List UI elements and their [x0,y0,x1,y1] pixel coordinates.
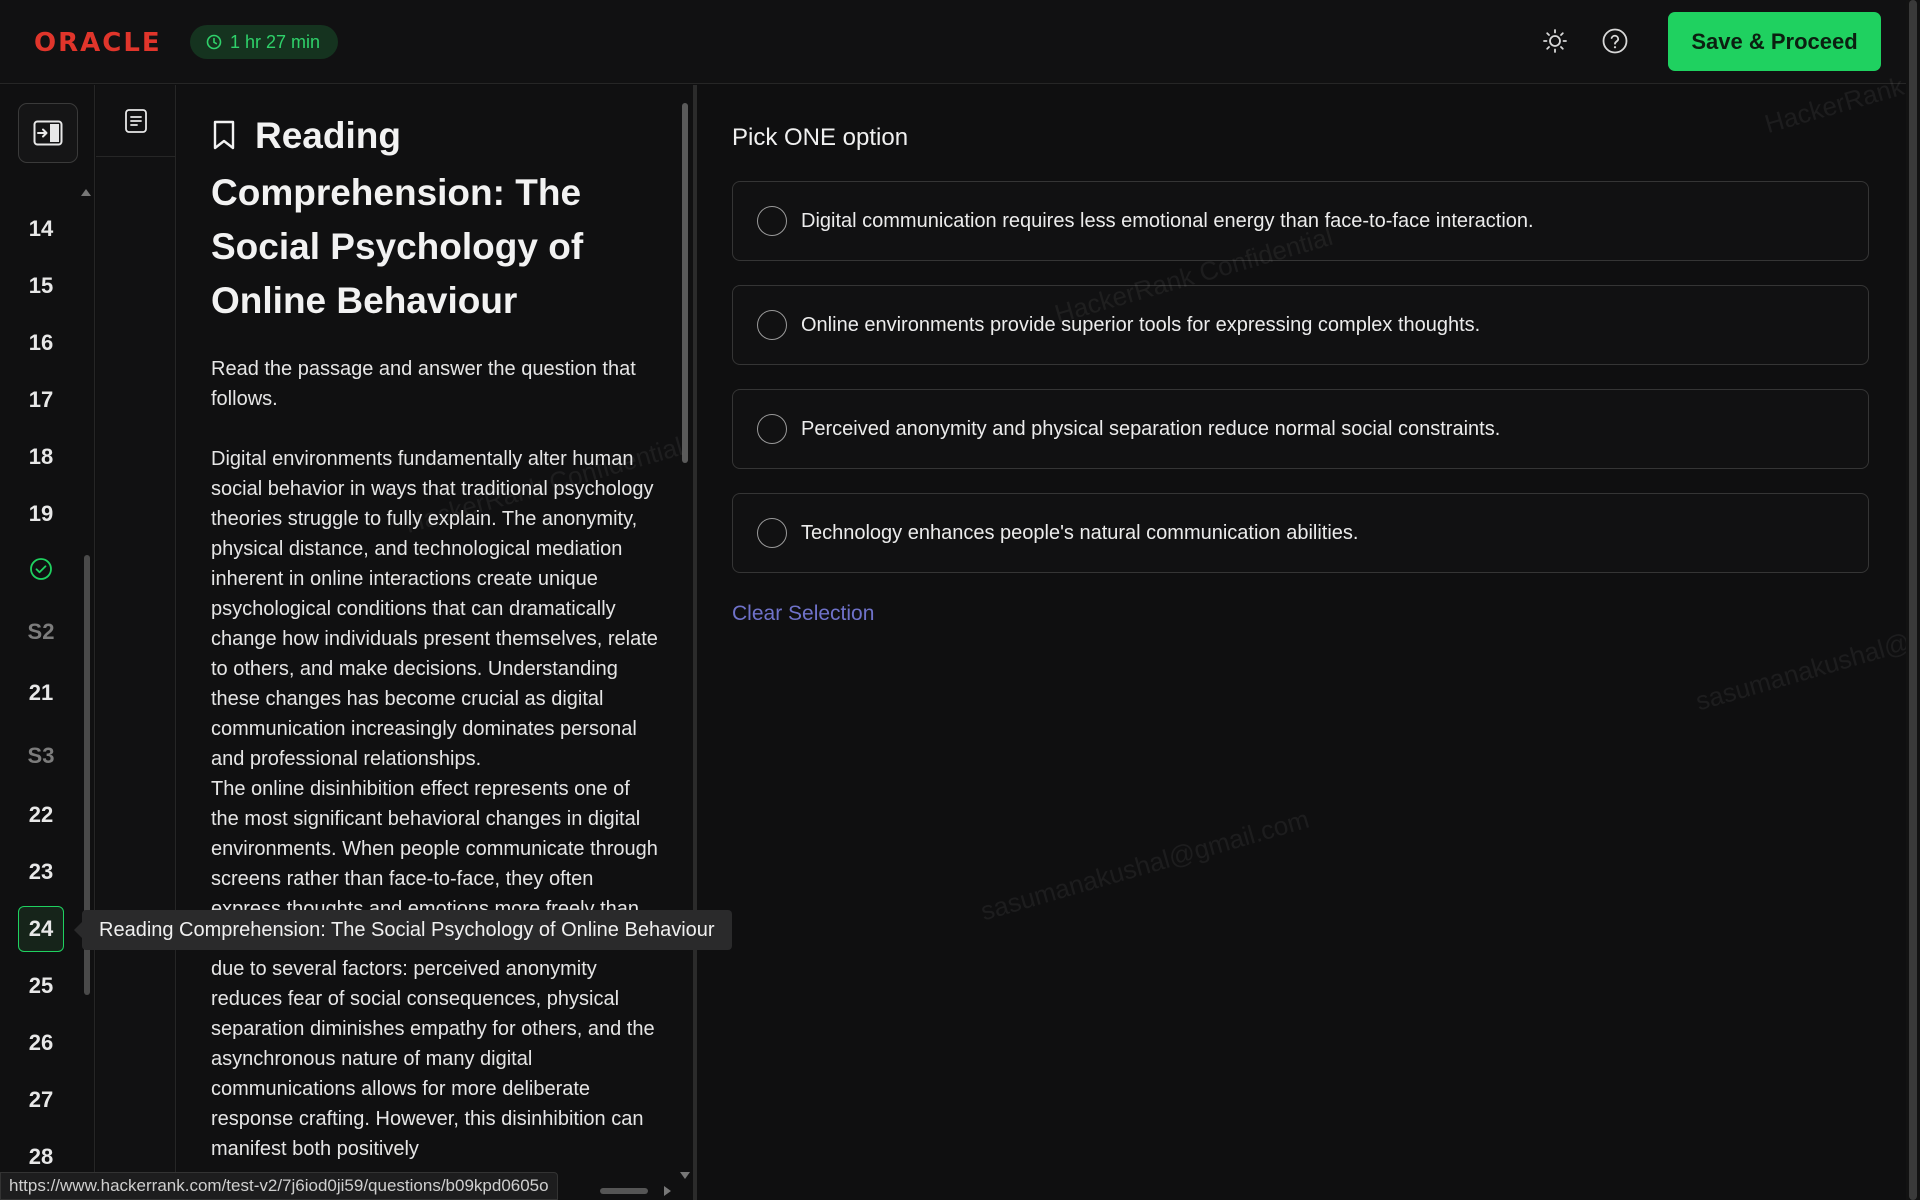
passage-panel: Reading Comprehension: The Social Psycho… [177,85,695,1200]
question-nav-item[interactable]: 19 [18,491,64,537]
passage-body: Digital environments fundamentally alter… [211,448,658,1160]
oracle-logo: ORACLE [34,28,162,58]
tooltip-arrow [74,922,82,938]
section-nav-item[interactable]: S3 [18,733,64,779]
scroll-right-arrow-icon[interactable] [664,1186,671,1196]
top-bar: ORACLE 1 hr 27 min Save & Proceed [0,0,1920,84]
question-nav-item-answered[interactable] [18,546,64,592]
radio-button[interactable] [757,414,787,444]
answer-option[interactable]: Digital communication requires less emot… [732,181,1869,261]
question-nav-item[interactable]: 18 [18,434,64,480]
save-and-proceed-button[interactable]: Save & Proceed [1668,12,1881,71]
question-nav-item[interactable]: 17 [18,377,64,423]
collapse-sidebar-button[interactable] [18,103,78,163]
timer-text: 1 hr 27 min [230,31,321,52]
document-tab-column [96,85,176,1200]
answer-panel: Pick ONE option Digital communication re… [697,85,1920,1200]
answer-option[interactable]: Perceived anonymity and physical separat… [732,389,1869,469]
passage-title-text: Reading Comprehension: The Social Psycho… [211,115,584,321]
passage-scrollbar[interactable] [682,103,688,463]
question-nav-item[interactable]: 27 [18,1077,64,1123]
radio-button[interactable] [757,518,787,548]
scroll-up-arrow-icon[interactable] [81,189,91,196]
question-navigator: 14 15 16 17 18 19 S2 21 S3 22 23 24 25 2… [0,85,95,1200]
help-button[interactable] [1598,24,1632,58]
sun-icon [1543,29,1567,53]
check-circle-icon [30,558,52,580]
answer-option-text: Perceived anonymity and physical separat… [801,417,1501,440]
answer-option[interactable]: Technology enhances people's natural com… [732,493,1869,573]
question-nav-item[interactable]: 26 [18,1020,64,1066]
question-nav-item[interactable]: 25 [18,963,64,1009]
clear-selection-link[interactable]: Clear Selection [732,602,874,626]
radio-button[interactable] [757,310,787,340]
radio-button[interactable] [757,206,787,236]
help-circle-icon [1602,28,1628,54]
passage-instructions: Read the passage and answer the question… [211,358,636,410]
question-nav-item[interactable]: 22 [18,792,64,838]
panel-expand-icon [33,120,63,146]
answer-option[interactable]: Online environments provide superior too… [732,285,1869,365]
status-bar-url: https://www.hackerrank.com/test-v2/7j6io… [0,1172,558,1200]
answer-option-text: Technology enhances people's natural com… [801,521,1359,544]
horizontal-scrollbar[interactable] [600,1188,648,1194]
question-prompt: Pick ONE option [732,124,909,151]
passage-tab[interactable] [96,85,175,157]
scroll-down-arrow-icon[interactable] [680,1172,690,1179]
question-nav-item[interactable]: 23 [18,849,64,895]
answer-option-text: Digital communication requires less emot… [801,209,1534,232]
question-nav-item[interactable]: 16 [18,320,64,366]
section-nav-item[interactable]: S2 [18,609,64,655]
question-nav-item-current[interactable]: 24 [18,906,64,952]
question-nav-item[interactable]: 14 [18,206,64,252]
passage-title: Reading Comprehension: The Social Psycho… [211,109,663,328]
answer-option-text: Online environments provide superior too… [801,313,1481,336]
theme-toggle-button[interactable] [1538,24,1572,58]
timer-badge: 1 hr 27 min [190,25,339,59]
bookmark-icon[interactable] [211,112,241,166]
page-scrollbar[interactable] [1909,0,1917,1200]
question-tooltip: Reading Comprehension: The Social Psycho… [82,910,732,950]
document-icon [124,108,147,133]
question-nav-item[interactable]: 15 [18,263,64,309]
clock-icon [206,34,222,50]
question-nav-item[interactable]: 21 [18,670,64,716]
